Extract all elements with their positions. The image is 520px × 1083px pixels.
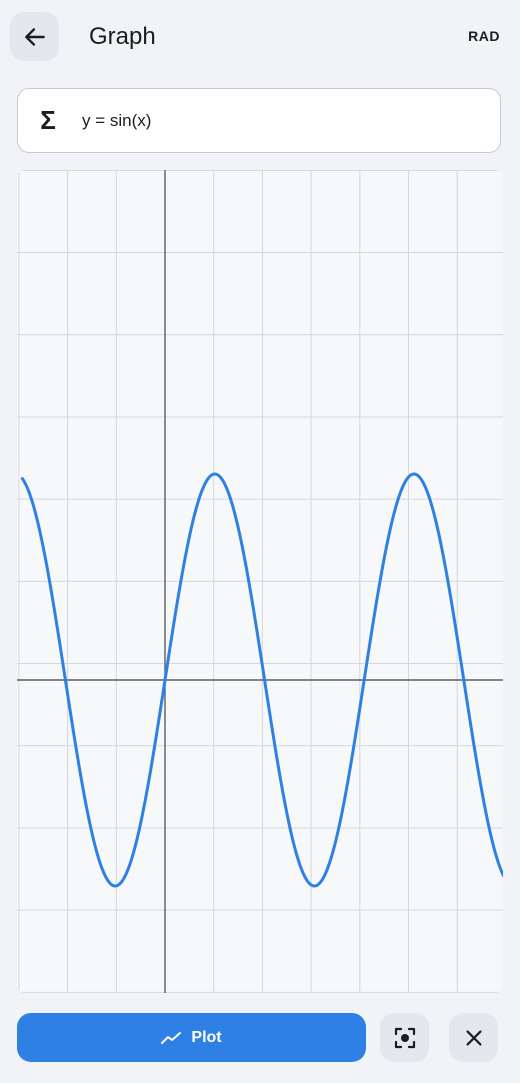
close-icon	[465, 1029, 482, 1046]
plot-button[interactable]: Plot	[17, 1013, 366, 1062]
expression-text: y = sin(x)	[82, 110, 152, 130]
clear-button[interactable]	[449, 1013, 498, 1062]
arrow-left-icon	[24, 27, 45, 46]
graph-plot[interactable]	[17, 170, 503, 993]
graph-canvas[interactable]	[17, 170, 503, 993]
expression-input[interactable]: Σ y = sin(x)	[17, 88, 501, 153]
focus-center-icon	[394, 1027, 415, 1048]
action-bar: Plot	[0, 1010, 520, 1066]
trend-line-icon	[161, 1031, 182, 1045]
fit-view-button[interactable]	[380, 1013, 429, 1062]
grid-lines	[17, 170, 503, 993]
plot-label: Plot	[191, 1028, 222, 1046]
angle-mode-toggle[interactable]: RAD	[468, 28, 500, 44]
top-bar: Graph RAD	[0, 0, 520, 76]
sigma-icon: Σ	[40, 105, 56, 135]
page-title: Graph	[89, 23, 156, 50]
back-button[interactable]	[10, 12, 59, 61]
